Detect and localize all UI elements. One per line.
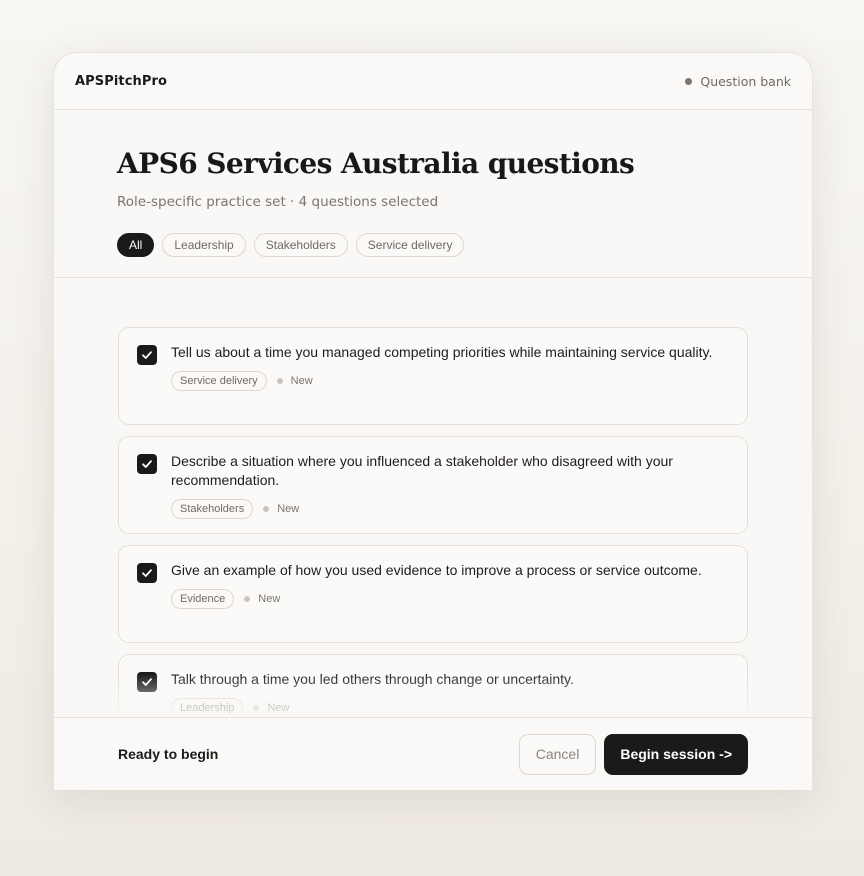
question-status: New	[290, 375, 313, 387]
question-text: Describe a situation where you influence…	[171, 453, 673, 488]
action-footer: Ready to begin Cancel Begin session ->	[54, 717, 812, 790]
question-text: Tell us about a time you managed competi…	[171, 344, 713, 360]
top-bar: APSPitchPro Question bank	[54, 53, 812, 110]
dot-icon	[244, 596, 251, 602]
question-tag: Stakeholders	[171, 499, 254, 519]
question-meta: Evidence New	[171, 589, 702, 609]
section-label: Question bank	[700, 73, 791, 89]
check-icon	[142, 460, 152, 468]
question-status: New	[277, 503, 300, 515]
question-text: Give an example of how you used evidence…	[171, 562, 702, 578]
question-checkbox[interactable]	[137, 672, 157, 692]
question-tag: Service delivery	[171, 371, 267, 391]
dot-icon	[263, 506, 270, 512]
question-bank-card: APSPitchPro Question bank APS6 Services …	[53, 52, 813, 790]
question-meta: Service delivery New	[171, 371, 712, 391]
question-tag: Evidence	[171, 589, 235, 609]
question-card[interactable]: Talk through a time you led others throu…	[118, 654, 748, 717]
filter-chip-all[interactable]: All	[117, 233, 155, 257]
check-icon	[142, 351, 152, 359]
section-indicator: Question bank	[685, 74, 791, 89]
question-status: New	[258, 593, 281, 605]
page-subtitle: Role-specific practice set · 4 questions…	[117, 194, 439, 210]
question-meta: Leadership New	[171, 698, 574, 717]
filter-chip-service-delivery[interactable]: Service delivery	[355, 233, 465, 257]
dot-icon	[253, 705, 260, 711]
filter-chip-stakeholders[interactable]: Stakeholders	[253, 233, 348, 257]
question-text: Talk through a time you led others throu…	[171, 671, 574, 687]
page-title: APS6 Services Australia questions	[117, 147, 635, 180]
question-card[interactable]: Give an example of how you used evidence…	[118, 545, 748, 643]
footer-actions: Cancel Begin session ->	[518, 733, 748, 775]
cancel-button[interactable]: Cancel	[518, 733, 597, 775]
status-dot-icon	[685, 77, 693, 85]
dot-icon	[276, 378, 283, 384]
question-card[interactable]: Tell us about a time you managed competi…	[118, 327, 748, 425]
question-checkbox[interactable]	[137, 454, 157, 474]
question-list[interactable]: Tell us about a time you managed competi…	[54, 305, 812, 717]
question-checkbox[interactable]	[137, 563, 157, 583]
question-card[interactable]: Describe a situation where you influence…	[118, 436, 748, 534]
question-status: New	[267, 702, 290, 714]
filter-chips: All Leadership Stakeholders Service deli…	[117, 233, 749, 257]
brand-logo[interactable]: APSPitchPro	[75, 74, 167, 89]
question-checkbox[interactable]	[137, 345, 157, 365]
question-meta: Stakeholders New	[171, 499, 729, 519]
question-tag: Leadership	[171, 698, 244, 717]
begin-session-button[interactable]: Begin session ->	[604, 733, 748, 775]
page-header: APS6 Services Australia questions Role-s…	[54, 110, 812, 278]
check-icon	[142, 678, 152, 686]
ready-status: Ready to begin	[118, 746, 219, 762]
check-icon	[142, 569, 152, 577]
filter-chip-leadership[interactable]: Leadership	[162, 233, 246, 257]
